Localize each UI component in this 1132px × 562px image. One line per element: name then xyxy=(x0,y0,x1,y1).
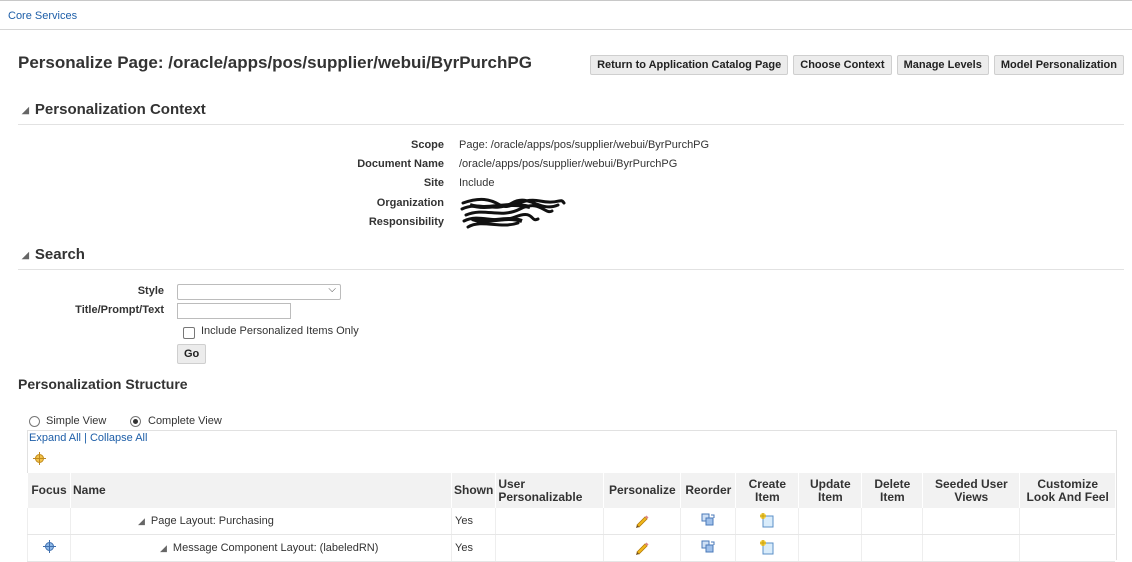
style-select[interactable]: ⌵ xyxy=(177,284,341,300)
row-name: Message Component Layout: (labeledRN) xyxy=(172,542,379,554)
choose-context-button[interactable]: Choose Context xyxy=(793,55,892,75)
col-create-item: Create Item xyxy=(735,473,799,508)
complete-view-label: Complete View xyxy=(148,415,222,427)
simple-view-label: Simple View xyxy=(46,415,107,427)
return-to-catalog-button[interactable]: Return to Application Catalog Page xyxy=(590,55,789,75)
col-reorder: Reorder xyxy=(680,473,736,508)
chevron-down-icon: ⌵ xyxy=(328,284,336,295)
seeded-user-views-cell xyxy=(922,534,1020,562)
update-item-cell xyxy=(798,534,862,562)
seeded-user-views-cell xyxy=(922,508,1020,535)
col-focus: Focus xyxy=(27,473,71,508)
create-item-cell xyxy=(735,508,799,535)
reorder-icon[interactable] xyxy=(700,512,716,528)
reorder-cell xyxy=(680,508,736,535)
focus-icon[interactable] xyxy=(33,452,46,465)
table-row: ◢ Page Layout: Purchasing Yes xyxy=(27,508,1115,535)
focus-cell xyxy=(27,534,71,562)
redaction-scribble xyxy=(460,197,566,229)
create-item-icon[interactable] xyxy=(759,512,775,528)
simple-view-radio[interactable] xyxy=(29,416,40,427)
table-header-row: Focus Name Shown User Personalizable Per… xyxy=(27,473,1115,508)
include-personalized-label: Include Personalized Items Only xyxy=(201,325,359,337)
collapse-triangle-icon[interactable]: ◢ xyxy=(160,543,167,553)
col-name: Name xyxy=(70,473,452,508)
customize-look-cell xyxy=(1019,534,1115,562)
personalize-cell xyxy=(603,534,681,562)
reorder-cell xyxy=(680,534,736,562)
document-name-value: /oracle/apps/pos/supplier/webui/ByrPurch… xyxy=(459,158,678,170)
site-value: Include xyxy=(459,177,495,189)
divider xyxy=(18,269,1124,270)
pencil-icon[interactable] xyxy=(634,512,650,528)
col-user-personalizable: User Personalizable xyxy=(495,473,604,508)
title-prompt-text-label: Title/Prompt/Text xyxy=(75,304,164,316)
table-row: ◢ Message Component Layout: (labeledRN) Y… xyxy=(27,534,1115,562)
link-separator: | xyxy=(84,432,87,444)
col-personalize: Personalize xyxy=(603,473,681,508)
reorder-icon[interactable] xyxy=(700,539,716,555)
responsibility-label: Responsibility xyxy=(368,216,444,228)
scope-value: Page: /oracle/apps/pos/supplier/webui/By… xyxy=(459,139,710,151)
personalize-cell xyxy=(603,508,681,535)
personalization-context-header[interactable]: ◢ Personalization Context xyxy=(22,101,206,118)
personalization-structure-title: Personalization Structure xyxy=(18,376,188,392)
divider xyxy=(18,124,1124,125)
section-title: Personalization Context xyxy=(34,101,206,118)
personalization-structure-table: Focus Name Shown User Personalizable Per… xyxy=(27,473,1115,562)
col-customize-look-and-feel: Customize Look And Feel xyxy=(1019,473,1115,508)
col-delete-item: Delete Item xyxy=(861,473,923,508)
collapse-triangle-icon: ◢ xyxy=(22,105,29,115)
section-title: Search xyxy=(34,246,85,263)
create-item-icon[interactable] xyxy=(759,539,775,555)
top-bar: Core Services xyxy=(0,0,1132,30)
model-personalization-button[interactable]: Model Personalization xyxy=(993,55,1124,75)
customize-look-cell xyxy=(1019,508,1115,535)
page-title: Personalize Page: /oracle/apps/pos/suppl… xyxy=(18,53,532,72)
title-prompt-text-input[interactable] xyxy=(177,303,291,319)
complete-view-radio[interactable] xyxy=(130,416,141,427)
expand-collapse-links: Expand All | Collapse All xyxy=(29,432,147,444)
collapse-triangle-icon[interactable]: ◢ xyxy=(138,516,145,526)
focus-icon[interactable] xyxy=(42,540,56,553)
include-personalized-checkbox[interactable] xyxy=(183,327,195,339)
row-name: Page Layout: Purchasing xyxy=(150,515,274,527)
style-label: Style xyxy=(137,285,164,297)
col-update-item: Update Item xyxy=(798,473,862,508)
create-item-cell xyxy=(735,534,799,562)
pencil-icon[interactable] xyxy=(634,539,650,555)
page-actions: Return to Application Catalog Page Choos… xyxy=(590,55,1124,75)
focus-cell xyxy=(27,508,71,535)
scope-label: Scope xyxy=(410,139,444,151)
delete-item-cell xyxy=(861,508,923,535)
shown-cell: Yes xyxy=(450,534,496,562)
site-label: Site xyxy=(423,177,444,189)
brand-link[interactable]: Core Services xyxy=(8,10,77,22)
go-button[interactable]: Go xyxy=(177,344,207,364)
user-personalizable-cell xyxy=(495,534,604,562)
col-seeded-user-views: Seeded User Views xyxy=(922,473,1020,508)
name-cell: ◢ Page Layout: Purchasing xyxy=(70,508,452,535)
collapse-all-link[interactable]: Collapse All xyxy=(90,432,147,444)
manage-levels-button[interactable]: Manage Levels xyxy=(896,55,989,75)
expand-all-link[interactable]: Expand All xyxy=(29,432,81,444)
col-shown: Shown xyxy=(450,473,496,508)
collapse-triangle-icon: ◢ xyxy=(22,250,29,260)
shown-cell: Yes xyxy=(450,508,496,535)
name-cell: ◢ Message Component Layout: (labeledRN) xyxy=(70,534,452,562)
user-personalizable-cell xyxy=(495,508,604,535)
document-name-label: Document Name xyxy=(357,158,444,170)
organization-label: Organization xyxy=(376,197,444,209)
update-item-cell xyxy=(798,508,862,535)
delete-item-cell xyxy=(861,534,923,562)
search-header[interactable]: ◢ Search xyxy=(22,246,85,263)
